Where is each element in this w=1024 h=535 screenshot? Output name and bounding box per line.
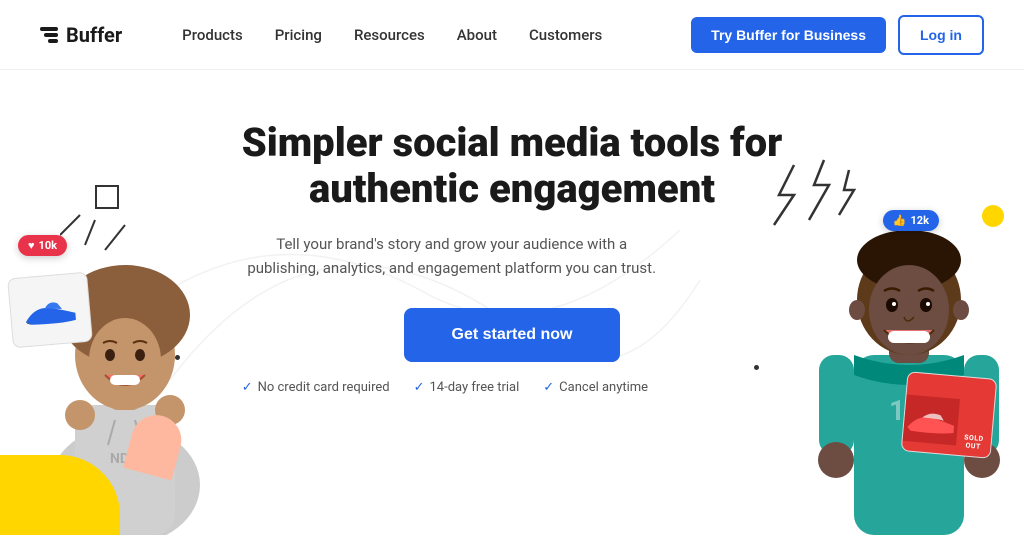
nav-item-customers[interactable]: Customers [529, 26, 602, 44]
nav-item-products[interactable]: Products [182, 26, 243, 44]
features-row: ✓ No credit card required ✓ 14-day free … [242, 380, 783, 395]
sketch-circle-left [95, 185, 119, 209]
feature-2-text: 14-day free trial [430, 380, 520, 395]
hero-content: Simpler social media tools for authentic… [242, 120, 783, 395]
svg-text:ND: ND [110, 451, 129, 467]
hero-headline: Simpler social media tools for authentic… [242, 120, 783, 212]
hero-subtext: Tell your brand's story and grow your au… [242, 232, 662, 280]
product-card-right: SOLD OUT [901, 371, 998, 459]
like-badge-left: ♥ 10k [18, 235, 67, 256]
header-actions: Try Buffer for Business Log in [691, 15, 984, 55]
check-icon-2: ✓ [414, 380, 425, 395]
person-right-svg: 10 [794, 155, 1024, 535]
feature-3-text: Cancel anytime [559, 380, 648, 395]
left-badge-count: 10k [39, 239, 58, 252]
feature-no-credit-card: ✓ No credit card required [242, 380, 390, 395]
logo-icon [40, 27, 58, 43]
svg-text:10: 10 [889, 394, 921, 427]
nav-item-about[interactable]: About [457, 26, 497, 44]
deco-right: 👍 12k SOLD OUT [744, 155, 1024, 535]
logo-link[interactable]: Buffer [40, 23, 122, 47]
hero-section: ♥ 10k [0, 70, 1024, 535]
yellow-shape [0, 455, 120, 535]
product-card-svg [902, 385, 961, 454]
feature-cancel: ✓ Cancel anytime [543, 380, 648, 395]
right-badge-count: 12k [911, 214, 930, 227]
headline-line2: authentic engagement [309, 165, 715, 212]
try-buffer-button[interactable]: Try Buffer for Business [691, 17, 886, 53]
sold-out-badge: SOLD OUT [955, 431, 991, 454]
headline-line1: Simpler social media tools for [242, 119, 783, 166]
yellow-dot [982, 205, 1004, 227]
like-badge-right: 👍 12k [883, 210, 939, 231]
check-icon-3: ✓ [543, 380, 554, 395]
get-started-button[interactable]: Get started now [404, 308, 621, 362]
feature-1-text: No credit card required [258, 380, 390, 395]
nav-item-resources[interactable]: Resources [354, 26, 425, 44]
heart-icon: ♥ [28, 239, 35, 252]
logo-text: Buffer [66, 23, 122, 47]
header: Buffer Products Pricing Resources About … [0, 0, 1024, 70]
feature-free-trial: ✓ 14-day free trial [414, 380, 520, 395]
main-nav: Products Pricing Resources About Custome… [182, 26, 691, 44]
sneaker-card-left [7, 272, 93, 349]
login-button[interactable]: Log in [898, 15, 984, 55]
person-right: 10 [794, 155, 1024, 535]
nav-item-pricing[interactable]: Pricing [275, 26, 322, 44]
like-icon: 👍 [893, 214, 907, 227]
sneaker-icon [18, 287, 81, 332]
check-icon-1: ✓ [242, 380, 253, 395]
